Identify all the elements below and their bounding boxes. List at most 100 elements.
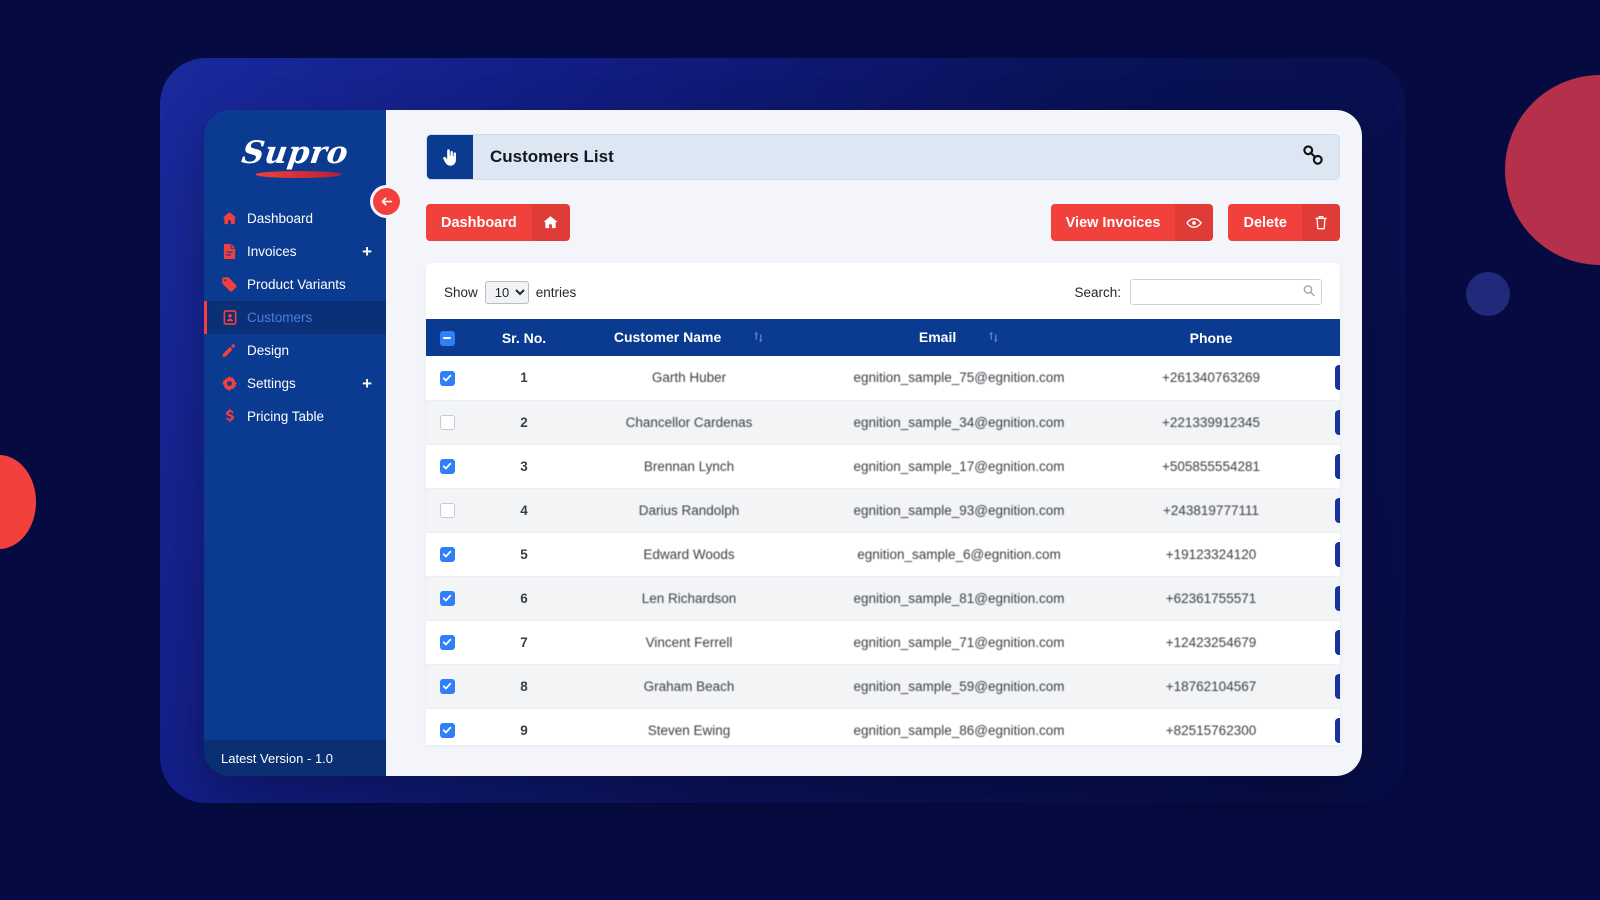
sidebar-nav: Dashboard Invoices + Product Variants Cu… bbox=[204, 196, 386, 433]
row-view-button[interactable] bbox=[1335, 717, 1340, 743]
row-action-group bbox=[1302, 365, 1340, 391]
wand-icon bbox=[222, 343, 237, 358]
cell-action bbox=[1302, 488, 1340, 533]
row-checkbox[interactable] bbox=[439, 370, 455, 386]
search-label: Search: bbox=[1074, 284, 1121, 300]
sidebar-item-design[interactable]: Design bbox=[204, 334, 386, 367]
search-input[interactable] bbox=[1130, 279, 1322, 305]
show-entries-control: Show 10 entries bbox=[444, 280, 576, 304]
cell-phone: +505855554281 bbox=[1120, 444, 1302, 489]
sidebar-label: Customers bbox=[247, 310, 313, 325]
hand-pointer-icon bbox=[427, 135, 473, 179]
delete-button[interactable]: Delete bbox=[1228, 204, 1340, 241]
row-view-button[interactable] bbox=[1335, 453, 1340, 479]
row-select-cell bbox=[426, 532, 468, 577]
table-body: 1 Garth Huber egnition_sample_75@egnition.… bbox=[426, 356, 1340, 745]
cell-phone: +261340763269 bbox=[1120, 356, 1302, 401]
file-icon bbox=[222, 244, 237, 259]
customers-table-card: Show 10 entries Search: Sr. No. Customer… bbox=[426, 263, 1340, 745]
column-sr-no[interactable]: Sr. No. bbox=[468, 319, 580, 356]
row-view-button[interactable] bbox=[1335, 497, 1340, 523]
show-label: Show bbox=[444, 284, 478, 300]
page-title: Customers List bbox=[490, 147, 614, 166]
action-bar-right: View Invoices Delete bbox=[1050, 204, 1340, 241]
row-select-cell bbox=[426, 444, 468, 489]
row-checkbox[interactable] bbox=[439, 502, 455, 518]
cell-customer-name: Darius Randolph bbox=[580, 488, 798, 533]
brand-logo[interactable]: Supro bbox=[204, 110, 386, 196]
cell-sr-no: 9 bbox=[468, 708, 580, 745]
row-checkbox[interactable] bbox=[439, 414, 455, 430]
view-invoices-button[interactable]: View Invoices bbox=[1050, 204, 1214, 241]
sidebar-collapse-button[interactable] bbox=[373, 188, 400, 215]
sort-updown-icon[interactable] bbox=[988, 331, 999, 346]
sort-updown-icon[interactable] bbox=[753, 331, 764, 346]
cell-action bbox=[1302, 444, 1340, 489]
sidebar-item-invoices[interactable]: Invoices + bbox=[204, 235, 386, 268]
row-action-group bbox=[1302, 717, 1340, 743]
sidebar-expand-plus[interactable]: + bbox=[362, 375, 372, 392]
cell-customer-name: Len Richardson bbox=[580, 576, 798, 621]
sidebar-expand-plus[interactable]: + bbox=[362, 243, 372, 260]
row-checkbox[interactable] bbox=[439, 678, 455, 694]
row-view-button[interactable] bbox=[1335, 629, 1340, 655]
sidebar-item-settings[interactable]: Settings + bbox=[204, 367, 386, 400]
table-row[interactable]: 7 Vincent Ferrell egnition_sample_71@egnit… bbox=[426, 620, 1340, 665]
column-email[interactable]: Email bbox=[798, 319, 1120, 356]
row-view-button[interactable] bbox=[1335, 409, 1340, 435]
row-view-button[interactable] bbox=[1335, 365, 1340, 391]
table-row[interactable]: 4 Darius Randolph egnition_sample_93@egnit… bbox=[426, 488, 1340, 533]
cell-customer-name: Garth Huber bbox=[580, 356, 798, 401]
sidebar-item-pricing-table[interactable]: Pricing Table bbox=[204, 400, 386, 433]
table-head: Sr. No. Customer Name Email Phone bbox=[426, 319, 1340, 356]
cell-action bbox=[1302, 708, 1340, 745]
cell-phone: +62361755571 bbox=[1120, 576, 1302, 621]
table-header-row: Sr. No. Customer Name Email Phone bbox=[426, 319, 1340, 356]
column-email-label: Email bbox=[918, 329, 957, 346]
cell-customer-name: Edward Woods bbox=[580, 532, 798, 577]
sidebar-label: Dashboard bbox=[247, 211, 314, 226]
table-row[interactable]: 8 Graham Beach egnition_sample_59@egnition… bbox=[426, 664, 1340, 709]
entries-select[interactable]: 10 bbox=[484, 280, 529, 304]
cell-customer-name: Graham Beach bbox=[580, 664, 798, 709]
row-view-button[interactable] bbox=[1335, 585, 1340, 611]
select-all-checkbox[interactable] bbox=[439, 330, 455, 346]
delete-button-label: Delete bbox=[1243, 214, 1287, 231]
table-row[interactable]: 6 Len Richardson egnition_sample_81@egniti… bbox=[426, 576, 1340, 621]
sidebar-label: Invoices bbox=[247, 244, 297, 259]
customers-table: Sr. No. Customer Name Email Phone 1 Gart… bbox=[426, 319, 1340, 745]
cell-phone: +221339912345 bbox=[1120, 400, 1302, 445]
sidebar-version-footer: Latest Version - 1.0 bbox=[204, 740, 386, 776]
sidebar-label: Design bbox=[247, 343, 290, 358]
dollar-icon bbox=[222, 409, 237, 424]
cell-email: egnition_sample_75@egnition.com bbox=[798, 356, 1120, 401]
row-view-button[interactable] bbox=[1335, 541, 1340, 567]
view-invoices-button-label: View Invoices bbox=[1065, 214, 1161, 231]
cell-email: egnition_sample_81@egnition.com bbox=[798, 576, 1120, 621]
cell-action bbox=[1302, 532, 1340, 577]
table-row[interactable]: 5 Edward Woods egnition_sample_6@egnition.… bbox=[426, 532, 1340, 577]
cell-phone: +12423254679 bbox=[1120, 620, 1302, 665]
row-checkbox[interactable] bbox=[439, 722, 455, 738]
table-row[interactable]: 9 Steven Ewing egnition_sample_86@egnition… bbox=[426, 708, 1340, 745]
row-checkbox[interactable] bbox=[439, 458, 455, 474]
chain-link-icon[interactable] bbox=[1303, 145, 1339, 169]
sidebar-item-dashboard[interactable]: Dashboard bbox=[204, 202, 386, 235]
search-control: Search: bbox=[1074, 279, 1322, 305]
row-checkbox[interactable] bbox=[439, 590, 455, 606]
column-phone[interactable]: Phone bbox=[1120, 319, 1302, 356]
sidebar-item-product-variants[interactable]: Product Variants bbox=[204, 268, 386, 301]
sidebar-item-customers[interactable]: Customers bbox=[204, 301, 386, 334]
row-action-group bbox=[1302, 585, 1340, 611]
main-content: Customers List Dashboard View Invoices D… bbox=[386, 110, 1362, 776]
table-row[interactable]: 1 Garth Huber egnition_sample_75@egnition.… bbox=[426, 356, 1340, 401]
row-checkbox[interactable] bbox=[439, 546, 455, 562]
table-row[interactable]: 3 Brennan Lynch egnition_sample_17@egnitio… bbox=[426, 444, 1340, 489]
row-action-group bbox=[1302, 673, 1340, 699]
row-checkbox[interactable] bbox=[439, 634, 455, 650]
column-customer-name[interactable]: Customer Name bbox=[580, 319, 798, 356]
row-view-button[interactable] bbox=[1335, 673, 1340, 699]
dashboard-button[interactable]: Dashboard bbox=[426, 204, 570, 241]
table-row[interactable]: 2 Chancellor Cardenas egnition_sample_34@e… bbox=[426, 400, 1340, 445]
cell-email: egnition_sample_34@egnition.com bbox=[798, 400, 1120, 445]
